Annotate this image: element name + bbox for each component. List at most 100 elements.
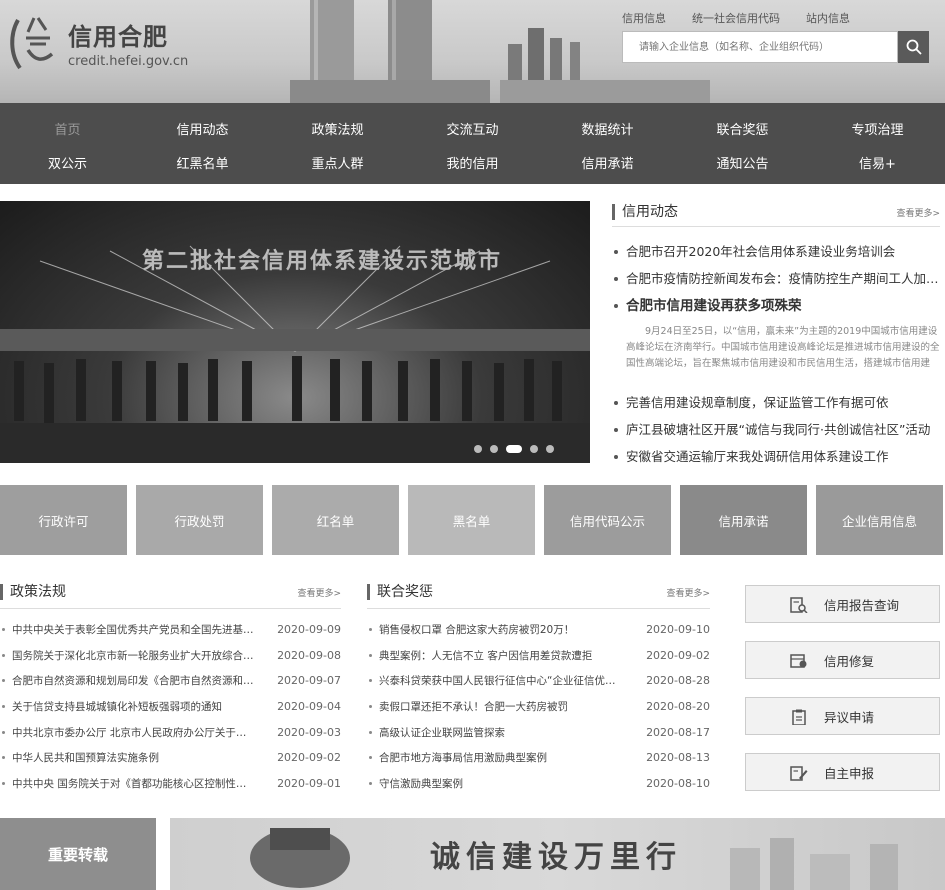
top-link-credit-info[interactable]: 信用信息 (622, 10, 666, 26)
list-item[interactable]: 中华人民共和国预算法实施条例 2020-09-02 (0, 749, 341, 775)
search-bar (622, 31, 929, 63)
credit-news-panel: 信用动态 查看更多> 合肥市召开2020年社会信用体系建设业务培训会 合肥市疫情… (612, 204, 940, 475)
tile-red-list[interactable]: 红名单 (272, 485, 399, 555)
carousel-dot[interactable] (490, 445, 498, 453)
list-item-title[interactable]: 关于信贷支持县城城镇化补短板强弱项的通知 (0, 698, 222, 724)
report-search-icon (790, 597, 808, 613)
nav-item-statistics[interactable]: 数据统计 (540, 119, 675, 138)
button-label: 异议申请 (824, 709, 875, 725)
search-input[interactable] (622, 31, 898, 63)
list-item-date: 2020-09-02 (646, 648, 710, 662)
tile-credit-commitment[interactable]: 信用承诺 (680, 485, 807, 555)
credit-report-query-button[interactable]: 信用报告查询 (745, 585, 940, 623)
list-item-title[interactable]: 卖假口罩还拒不承认！合肥一大药房被罚 (367, 698, 568, 724)
carousel-dot[interactable] (546, 445, 554, 453)
list-item[interactable]: 国务院关于深化北京市新一轮服务业扩大开放综合试点 2020-09-08 (0, 647, 341, 673)
nav-item-interaction[interactable]: 交流互动 (405, 119, 540, 138)
more-link[interactable]: 查看更多> (666, 586, 710, 599)
objection-apply-button[interactable]: 异议申请 (745, 697, 940, 735)
slogan-banner[interactable]: 诚信建设万里行 (170, 818, 945, 890)
list-item-date: 2020-08-20 (646, 700, 710, 714)
list-item-title[interactable]: 中共北京市委办公厅 北京市人民政府办公厅关于印发 (0, 724, 255, 750)
rewards-section: 联合奖惩 查看更多> 销售侵权口罩 合肥这家大药房被罚20万！ 2020-09-1… (367, 584, 710, 801)
list-item[interactable]: 中共中央 国务院关于对《首都功能核心区控制性详细规划》 2020-09-01 (0, 775, 341, 801)
nav-item-credit-plus[interactable]: 信易+ (810, 153, 945, 172)
list-item-date: 2020-09-04 (277, 700, 341, 714)
repair-icon (790, 654, 807, 668)
nav-item-double-publicity[interactable]: 双公示 (0, 153, 135, 172)
site-logo[interactable]: 信用合肥 credit.hefei.gov.cn (8, 14, 188, 72)
nav-item-commitment[interactable]: 信用承诺 (540, 153, 675, 172)
list-item-title[interactable]: 高级认证企业联网监管探索 (367, 724, 505, 750)
more-link[interactable]: 查看更多> (896, 206, 940, 219)
list-item[interactable]: 合肥市地方海事局信用激励典型案例 2020-08-13 (367, 749, 710, 775)
news-headline[interactable]: 合肥市信用建设再获多项殊荣 (612, 297, 940, 324)
list-item-title[interactable]: 典型案例：人无信不立 客户因信用差贷款遭拒 (367, 647, 592, 673)
main-nav: 首页 信用动态 政策法规 交流互动 数据统计 联合奖惩 专项治理 双公示 红黑名… (0, 103, 945, 184)
button-label: 信用报告查询 (824, 597, 900, 613)
search-button[interactable] (898, 31, 929, 63)
tile-admin-license[interactable]: 行政许可 (0, 485, 127, 555)
tile-admin-penalty[interactable]: 行政处罚 (136, 485, 263, 555)
top-link-site-info[interactable]: 站内信息 (806, 10, 850, 26)
top-link-credit-code[interactable]: 统一社会信用代码 (692, 10, 780, 26)
repost-label[interactable]: 重要转载 (0, 818, 156, 890)
nav-item-red-black-list[interactable]: 红黑名单 (135, 153, 270, 172)
service-tiles: 行政许可 行政处罚 红名单 黑名单 信用代码公示 信用承诺 企业信用信息 (0, 485, 945, 555)
list-item-date: 2020-09-01 (277, 777, 341, 791)
list-item[interactable]: 关于信贷支持县城城镇化补短板强弱项的通知 2020-09-04 (0, 698, 341, 724)
news-item[interactable]: 合肥市召开2020年社会信用体系建设业务培训会 (612, 243, 940, 270)
nav-item-notices[interactable]: 通知公告 (675, 153, 810, 172)
logo-url: credit.hefei.gov.cn (68, 54, 189, 69)
list-item-title[interactable]: 中华人民共和国预算法实施条例 (0, 749, 159, 775)
list-item[interactable]: 销售侵权口罩 合肥这家大药房被罚20万！ 2020-09-10 (367, 621, 710, 647)
list-item[interactable]: 兴泰科贷荣获中国人民银行征信中心“企业征信优秀机构” 2020-08-28 (367, 672, 710, 698)
list-item-date: 2020-09-02 (277, 751, 341, 765)
list-item-title[interactable]: 兴泰科贷荣获中国人民银行征信中心“企业征信优秀机构” (367, 672, 622, 698)
list-item-date: 2020-08-10 (646, 777, 710, 791)
news-item[interactable]: 完善信用建设规章制度，保证监管工作有据可依 (612, 394, 940, 421)
tile-credit-code[interactable]: 信用代码公示 (544, 485, 671, 555)
list-item[interactable]: 卖假口罩还拒不承认！合肥一大药房被罚 2020-08-20 (367, 698, 710, 724)
news-item[interactable]: 安徽省交通运输厅来我处调研信用体系建设工作 (612, 448, 940, 475)
nav-item-my-credit[interactable]: 我的信用 (405, 153, 540, 172)
list-item-date: 2020-09-03 (277, 725, 341, 739)
nav-item-key-groups[interactable]: 重点人群 (270, 153, 405, 172)
list-item-title[interactable]: 合肥市自然资源和规划局印发《合肥市自然资源和规划》 (0, 672, 255, 698)
logo-title: 信用合肥 (68, 23, 168, 51)
nav-item-home[interactable]: 首页 (0, 119, 135, 138)
news-item[interactable]: 合肥市疫情防控新闻发布会：疫情防控生产期间工人加班费标准 (612, 270, 940, 297)
news-item[interactable]: 庐江县破塘社区开展“诚信与我同行·共创诚信社区”活动 (612, 421, 940, 448)
nav-item-rewards[interactable]: 联合奖惩 (675, 119, 810, 138)
list-item[interactable]: 守信激励典型案例 2020-08-10 (367, 775, 710, 801)
slogan-text: 诚信建设万里行 (430, 840, 682, 875)
top-links: 信用信息 统一社会信用代码 站内信息 (622, 10, 850, 26)
banner-carousel[interactable]: 第二批社会信用体系建设示范城市 (0, 201, 590, 463)
list-item-title[interactable]: 销售侵权口罩 合肥这家大药房被罚20万！ (367, 621, 574, 647)
carousel-dot[interactable] (474, 445, 482, 453)
nav-item-policy[interactable]: 政策法规 (270, 119, 405, 138)
list-item-title[interactable]: 守信激励典型案例 (367, 775, 463, 801)
self-declare-button[interactable]: 自主申报 (745, 753, 940, 791)
carousel-dot-active[interactable] (506, 445, 522, 453)
list-item-title[interactable]: 合肥市地方海事局信用激励典型案例 (367, 749, 547, 775)
list-item-title[interactable]: 国务院关于深化北京市新一轮服务业扩大开放综合试点 (0, 647, 255, 673)
nav-item-credit-news[interactable]: 信用动态 (135, 119, 270, 138)
list-item[interactable]: 中共中央关于表彰全国优秀共产党员和全国先进基层党组织的决定 2020-09-09 (0, 621, 341, 647)
list-item-date: 2020-09-08 (277, 648, 341, 662)
nav-item-special[interactable]: 专项治理 (810, 119, 945, 138)
edit-icon (790, 766, 808, 781)
list-item[interactable]: 典型案例：人无信不立 客户因信用差贷款遭拒 2020-09-02 (367, 647, 710, 673)
more-link[interactable]: 查看更多> (297, 586, 341, 599)
carousel-dot[interactable] (530, 445, 538, 453)
tile-black-list[interactable]: 黑名单 (408, 485, 535, 555)
list-item[interactable]: 合肥市自然资源和规划局印发《合肥市自然资源和规划》 2020-09-07 (0, 672, 341, 698)
banner-image (0, 245, 590, 463)
list-item-title[interactable]: 中共中央关于表彰全国优秀共产党员和全国先进基层党组织的决定 (0, 621, 255, 647)
section-title: 信用动态 (612, 204, 678, 220)
list-item-title[interactable]: 中共中央 国务院关于对《首都功能核心区控制性详细规划》 (0, 775, 255, 801)
list-item[interactable]: 中共北京市委办公厅 北京市人民政府办公厅关于印发 2020-09-03 (0, 724, 341, 750)
tile-enterprise-credit[interactable]: 企业信用信息 (816, 485, 943, 555)
credit-repair-button[interactable]: 信用修复 (745, 641, 940, 679)
list-item[interactable]: 高级认证企业联网监管探索 2020-08-17 (367, 724, 710, 750)
